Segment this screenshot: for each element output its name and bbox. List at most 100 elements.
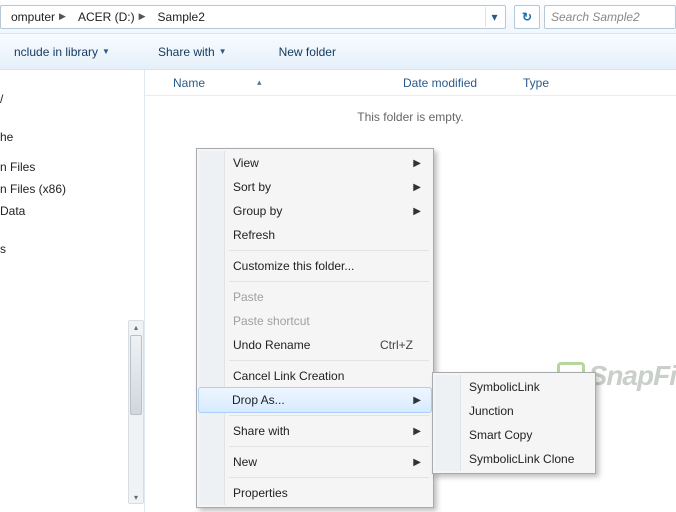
sidebar-item[interactable] <box>0 148 144 156</box>
menu-separator <box>229 360 429 361</box>
ctx-shortcut: Ctrl+Z <box>380 338 413 352</box>
watermark-text: SnapFi <box>589 360 676 392</box>
submenu-arrow-icon: ▶ <box>413 457 421 468</box>
context-menu[interactable]: View ▶ Sort by ▶ Group by ▶ Refresh Cust… <box>196 148 434 508</box>
breadcrumb-drive[interactable]: ACER (D:) ▶ <box>72 6 152 28</box>
breadcrumb-folder[interactable]: Sample2 <box>152 6 211 28</box>
toolbar: nclude in library ▼ Share with ▼ New fol… <box>0 34 676 70</box>
drop-as-submenu[interactable]: SymbolicLink Junction Smart Copy Symboli… <box>432 372 596 474</box>
ctx-label: Sort by <box>233 180 271 194</box>
breadcrumb[interactable]: omputer ▶ ACER (D:) ▶ Sample2 ▾ <box>0 5 506 29</box>
column-headers: Name ▴ Date modified Type <box>145 70 676 96</box>
menu-separator <box>229 477 429 478</box>
ctx-label: SymbolicLink Clone <box>469 452 574 466</box>
address-bar: omputer ▶ ACER (D:) ▶ Sample2 ▾ ↻ Search… <box>0 0 676 34</box>
navigation-pane[interactable]: / he n Files n Files (x86) Data s ▴ ▾ <box>0 70 145 512</box>
ctx-label: New <box>233 455 257 469</box>
ctx-group-by[interactable]: Group by ▶ <box>199 199 431 223</box>
ctx-label: Share with <box>233 424 290 438</box>
column-label: Name <box>173 76 205 90</box>
submenu-arrow-icon: ▶ <box>413 158 421 169</box>
menu-separator <box>229 281 429 282</box>
sort-asc-icon: ▴ <box>257 77 262 88</box>
ctx-customize-folder[interactable]: Customize this folder... <box>199 254 431 278</box>
ctx-undo-rename[interactable]: Undo Rename Ctrl+Z <box>199 333 431 357</box>
ctx-drop-as[interactable]: Drop As... ▶ <box>198 387 432 413</box>
ctx-label: Refresh <box>233 228 275 242</box>
ctx-sort-by[interactable]: Sort by ▶ <box>199 175 431 199</box>
menu-separator <box>229 250 429 251</box>
column-header-type[interactable]: Type <box>515 70 558 95</box>
toolbar-label: New folder <box>279 45 336 59</box>
ctx-cancel-link-creation[interactable]: Cancel Link Creation <box>199 364 431 388</box>
submenu-arrow-icon: ▶ <box>413 206 421 217</box>
refresh-icon: ↻ <box>522 10 532 24</box>
sidebar-item[interactable]: Data <box>0 200 144 222</box>
ctx-label: SymbolicLink <box>469 380 540 394</box>
sidebar-item[interactable] <box>0 80 144 88</box>
ctx-smart-copy[interactable]: Smart Copy <box>435 423 593 447</box>
ctx-properties[interactable]: Properties <box>199 481 431 505</box>
sidebar-item[interactable]: n Files (x86) <box>0 178 144 200</box>
ctx-label: Paste <box>233 290 264 304</box>
submenu-arrow-icon: ▶ <box>413 426 421 437</box>
ctx-label: Undo Rename <box>233 338 310 352</box>
submenu-arrow-icon: ▶ <box>413 395 421 406</box>
column-header-name[interactable]: Name ▴ <box>145 70 395 95</box>
menu-separator <box>229 415 429 416</box>
breadcrumb-label: Sample2 <box>158 10 205 24</box>
submenu-arrow-icon: ▶ <box>413 182 421 193</box>
sidebar-item[interactable] <box>0 230 144 238</box>
sidebar-item[interactable]: he <box>0 126 144 148</box>
scroll-up-icon[interactable]: ▴ <box>129 321 143 333</box>
ctx-label: Junction <box>469 404 514 418</box>
sidebar-item[interactable]: / <box>0 88 144 110</box>
sidebar-item[interactable]: s <box>0 238 144 260</box>
ctx-label: Properties <box>233 486 288 500</box>
ctx-symboliclink-clone[interactable]: SymbolicLink Clone <box>435 447 593 471</box>
column-label: Date modified <box>403 76 477 90</box>
ctx-label: Cancel Link Creation <box>233 369 344 383</box>
sidebar-scrollbar[interactable]: ▴ ▾ <box>128 320 144 504</box>
address-bar-buttons: ▾ <box>485 6 503 28</box>
column-label: Type <box>523 76 549 90</box>
sidebar-item[interactable] <box>0 222 144 230</box>
empty-folder-message: This folder is empty. <box>145 110 676 124</box>
sidebar-item[interactable] <box>0 110 144 118</box>
menu-separator <box>229 446 429 447</box>
include-in-library-button[interactable]: nclude in library ▼ <box>4 41 120 63</box>
ctx-paste-shortcut: Paste shortcut <box>199 309 431 333</box>
new-folder-button[interactable]: New folder <box>269 41 346 63</box>
ctx-refresh[interactable]: Refresh <box>199 223 431 247</box>
breadcrumb-computer[interactable]: omputer ▶ <box>5 6 72 28</box>
ctx-symboliclink[interactable]: SymbolicLink <box>435 375 593 399</box>
ctx-paste: Paste <box>199 285 431 309</box>
sidebar-item[interactable]: n Files <box>0 156 144 178</box>
ctx-new[interactable]: New ▶ <box>199 450 431 474</box>
sidebar-item[interactable] <box>0 260 144 268</box>
ctx-share-with[interactable]: Share with ▶ <box>199 419 431 443</box>
breadcrumb-label: ACER (D:) <box>78 10 135 24</box>
scrollbar-thumb[interactable] <box>130 335 142 415</box>
toolbar-label: nclude in library <box>14 45 98 59</box>
ctx-label: Customize this folder... <box>233 259 354 273</box>
sidebar-item[interactable] <box>0 118 144 126</box>
toolbar-label: Share with <box>158 45 215 59</box>
breadcrumb-label: omputer <box>11 10 55 24</box>
ctx-label: Paste shortcut <box>233 314 310 328</box>
column-header-date[interactable]: Date modified <box>395 70 515 95</box>
chevron-down-icon: ▼ <box>219 47 227 56</box>
search-input[interactable]: Search Sample2 <box>544 5 676 29</box>
address-dropdown-icon[interactable]: ▾ <box>485 7 503 27</box>
ctx-label: View <box>233 156 259 170</box>
chevron-right-icon: ▶ <box>59 11 66 22</box>
share-with-button[interactable]: Share with ▼ <box>148 41 237 63</box>
ctx-junction[interactable]: Junction <box>435 399 593 423</box>
scroll-down-icon[interactable]: ▾ <box>129 491 143 503</box>
ctx-label: Smart Copy <box>469 428 532 442</box>
ctx-label: Drop As... <box>232 393 285 407</box>
search-placeholder: Search Sample2 <box>551 10 640 24</box>
refresh-button[interactable]: ↻ <box>514 5 540 29</box>
ctx-label: Group by <box>233 204 282 218</box>
ctx-view[interactable]: View ▶ <box>199 151 431 175</box>
